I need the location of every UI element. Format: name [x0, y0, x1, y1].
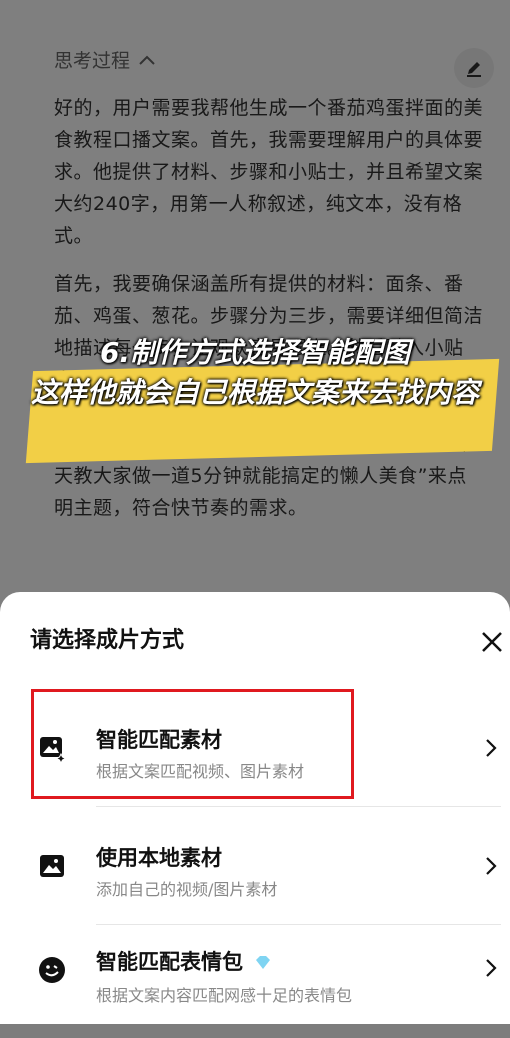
- chevron-right-icon: [486, 959, 497, 977]
- option-local-material[interactable]: 使用本地素材 添加自己的视频/图片素材: [0, 810, 510, 920]
- option-label-text: 智能匹配表情包: [96, 950, 243, 974]
- highlight-red-box: [31, 689, 354, 799]
- option-label: 智能匹配表情包: [96, 946, 272, 976]
- chevron-right-icon: [486, 857, 497, 875]
- sheet-title: 请选择成片方式: [30, 628, 185, 653]
- chevron-right-icon: [486, 739, 497, 757]
- choose-method-sheet: 请选择成片方式 智能匹配素材 根据文案匹配视频、图片素材 使用本地素材 添加自己…: [0, 592, 510, 1024]
- smiley-icon: [39, 957, 65, 983]
- close-icon[interactable]: [476, 626, 508, 658]
- option-label: 使用本地素材: [96, 846, 222, 870]
- image-icon: [40, 855, 64, 877]
- divider: [96, 806, 501, 807]
- option-description: 添加自己的视频/图片素材: [96, 880, 278, 899]
- option-smart-match-emoji[interactable]: 智能匹配表情包 根据文案内容匹配网感十足的表情包: [0, 928, 510, 1038]
- caption-line-2: 这样他就会自己根据文案来去找内容: [30, 376, 479, 409]
- caption-line-1: 6.制作方式选择智能配图: [99, 336, 411, 369]
- divider: [96, 924, 501, 925]
- option-description: 根据文案内容匹配网感十足的表情包: [96, 986, 353, 1005]
- diamond-icon: [256, 956, 271, 969]
